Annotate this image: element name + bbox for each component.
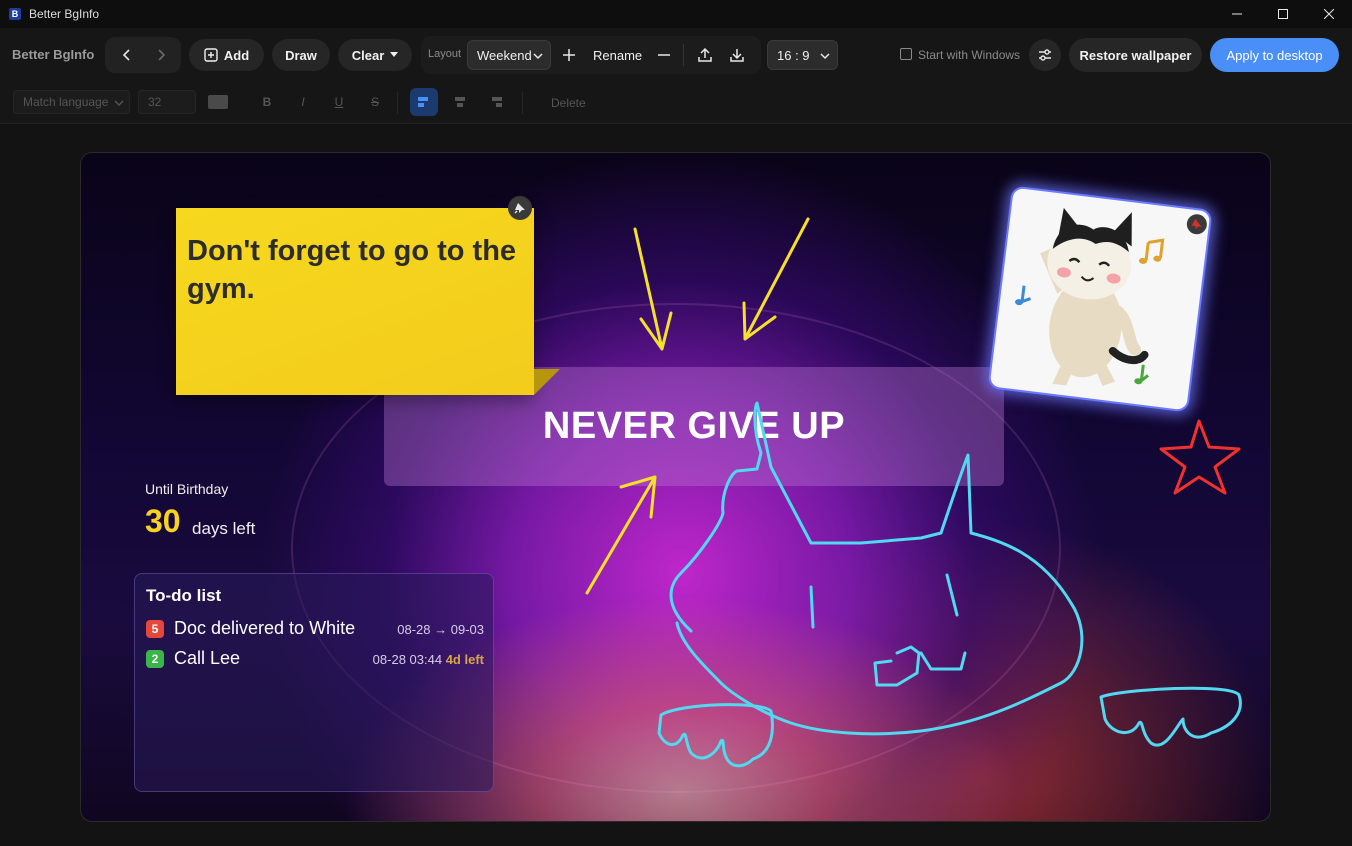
strikethrough-button[interactable]: S: [361, 88, 389, 116]
todo-item-remaining: 4d left: [445, 652, 484, 667]
aspect-ratio-select[interactable]: 16 : 9: [767, 40, 838, 70]
font-size-value: 32: [148, 95, 162, 109]
layout-group: Layout Weekend Rename: [421, 36, 761, 74]
pin-icon: [514, 203, 525, 214]
close-icon: [1324, 9, 1334, 19]
todo-widget[interactable]: To-do list 5 Doc delivered to White 08-2…: [134, 573, 494, 792]
wallpaper-canvas[interactable]: NEVER GIVE UP Don't forget to go to the …: [80, 152, 1271, 822]
title-bar: B Better BgInfo: [0, 0, 1352, 28]
todo-item-date: 08-28 → 09-03: [397, 622, 484, 637]
align-right-button[interactable]: [482, 88, 510, 116]
delete-button[interactable]: Delete: [551, 96, 586, 110]
priority-badge: 5: [146, 620, 164, 638]
download-icon: [730, 49, 744, 62]
dancing-cat-illustration: [1015, 207, 1165, 386]
chevron-left-icon: [122, 49, 130, 61]
format-separator: [397, 92, 398, 114]
add-label: Add: [223, 47, 250, 63]
align-center-button[interactable]: [446, 88, 474, 116]
bold-button[interactable]: B: [253, 88, 281, 116]
sticky-fold: [534, 369, 560, 395]
upload-icon: [698, 47, 712, 62]
maximize-button[interactable]: [1260, 0, 1306, 28]
layout-select[interactable]: Weekend: [467, 40, 551, 70]
minus-icon: [658, 54, 670, 56]
underline-button[interactable]: U: [325, 88, 353, 116]
motto-text: NEVER GIVE UP: [542, 405, 846, 447]
draw-button[interactable]: Draw: [272, 39, 330, 71]
language-select[interactable]: Match language: [13, 90, 130, 114]
align-left-icon: [418, 97, 428, 107]
text-color-swatch[interactable]: [208, 95, 228, 109]
app-logo-icon: B: [9, 8, 21, 20]
birthday-label: Until Birthday: [145, 481, 229, 497]
remove-layout-button[interactable]: [650, 41, 678, 69]
export-button[interactable]: [691, 41, 719, 69]
priority-badge: 2: [146, 650, 164, 668]
history-nav-group: [105, 37, 181, 73]
main-toolbar: Better BgInfo Add Draw Clear Layout Week…: [0, 28, 1352, 82]
format-separator-2: [522, 92, 523, 114]
start-with-windows-label: Start with Windows: [918, 48, 1021, 62]
align-right-icon: [492, 97, 502, 107]
pin-button[interactable]: [508, 196, 532, 220]
font-size-input[interactable]: 32: [138, 90, 196, 114]
birthday-suffix: days left: [192, 519, 256, 538]
restore-wallpaper-label: Restore wallpaper: [1079, 47, 1192, 63]
todo-item-date: 08-28 03:44: [372, 652, 443, 667]
clear-button[interactable]: Clear: [338, 39, 412, 71]
todo-item[interactable]: 5 Doc delivered to White 08-28 → 09-03: [146, 618, 484, 640]
caret-down-icon: [390, 52, 399, 57]
pin-icon: [1191, 219, 1202, 230]
back-button[interactable]: [109, 37, 145, 73]
clear-label: Clear: [351, 47, 385, 63]
align-left-button[interactable]: [410, 88, 438, 116]
todo-item-text: Call Lee: [174, 648, 241, 668]
close-button[interactable]: [1306, 0, 1352, 28]
maximize-icon: [1278, 9, 1288, 19]
todo-item-text: Doc delivered to White: [174, 618, 356, 638]
add-layout-button[interactable]: [555, 41, 583, 69]
chevron-down-icon: [533, 53, 543, 60]
add-box-icon: [204, 48, 218, 62]
aspect-ratio-value: 16 : 9: [777, 47, 810, 63]
chevron-down-icon: [820, 53, 830, 60]
chevron-right-icon: [158, 49, 166, 61]
plus-icon: [563, 49, 575, 61]
sticky-note[interactable]: Don't forget to go to the gym.: [176, 196, 560, 395]
todo-item-date-group: 08-28 03:44 4d left: [373, 652, 484, 667]
draw-label: Draw: [285, 47, 317, 63]
start-with-windows-checkbox[interactable]: [900, 48, 912, 60]
birthday-days: 30: [145, 503, 181, 539]
restore-wallpaper-button[interactable]: Restore wallpaper: [1069, 38, 1202, 72]
toolbar-brand: Better BgInfo: [12, 47, 95, 62]
red-star-drawing: [1159, 419, 1241, 495]
forward-button[interactable]: [143, 37, 179, 73]
add-button[interactable]: Add: [189, 39, 264, 71]
settings-button[interactable]: [1029, 39, 1061, 71]
layout-label: Layout: [428, 48, 462, 60]
import-button[interactable]: [723, 41, 751, 69]
italic-button[interactable]: I: [289, 88, 317, 116]
layout-select-value: Weekend: [477, 47, 532, 63]
todo-title: To-do list: [146, 586, 222, 605]
window-title: Better BgInfo: [29, 7, 100, 21]
minimize-icon: [1232, 13, 1242, 15]
cat-photo-card[interactable]: [987, 185, 1213, 413]
todo-item[interactable]: 2 Call Lee 08-28 03:44 4d left: [146, 648, 484, 670]
sliders-icon: [1039, 49, 1051, 61]
rename-button[interactable]: Rename: [593, 48, 642, 63]
minimize-button[interactable]: [1214, 0, 1260, 28]
apply-to-desktop-button[interactable]: Apply to desktop: [1210, 38, 1339, 72]
align-center-icon: [455, 97, 465, 107]
chevron-down-icon: [114, 100, 124, 106]
layout-separator: [683, 44, 684, 66]
cyan-paw-right: [1099, 686, 1242, 747]
format-bar: Match language 32 B I U S Delete: [0, 82, 1352, 124]
language-select-value: Match language: [23, 95, 109, 109]
sticky-note-text: Don't forget to go to the gym.: [187, 235, 517, 305]
apply-to-desktop-label: Apply to desktop: [1226, 47, 1323, 63]
